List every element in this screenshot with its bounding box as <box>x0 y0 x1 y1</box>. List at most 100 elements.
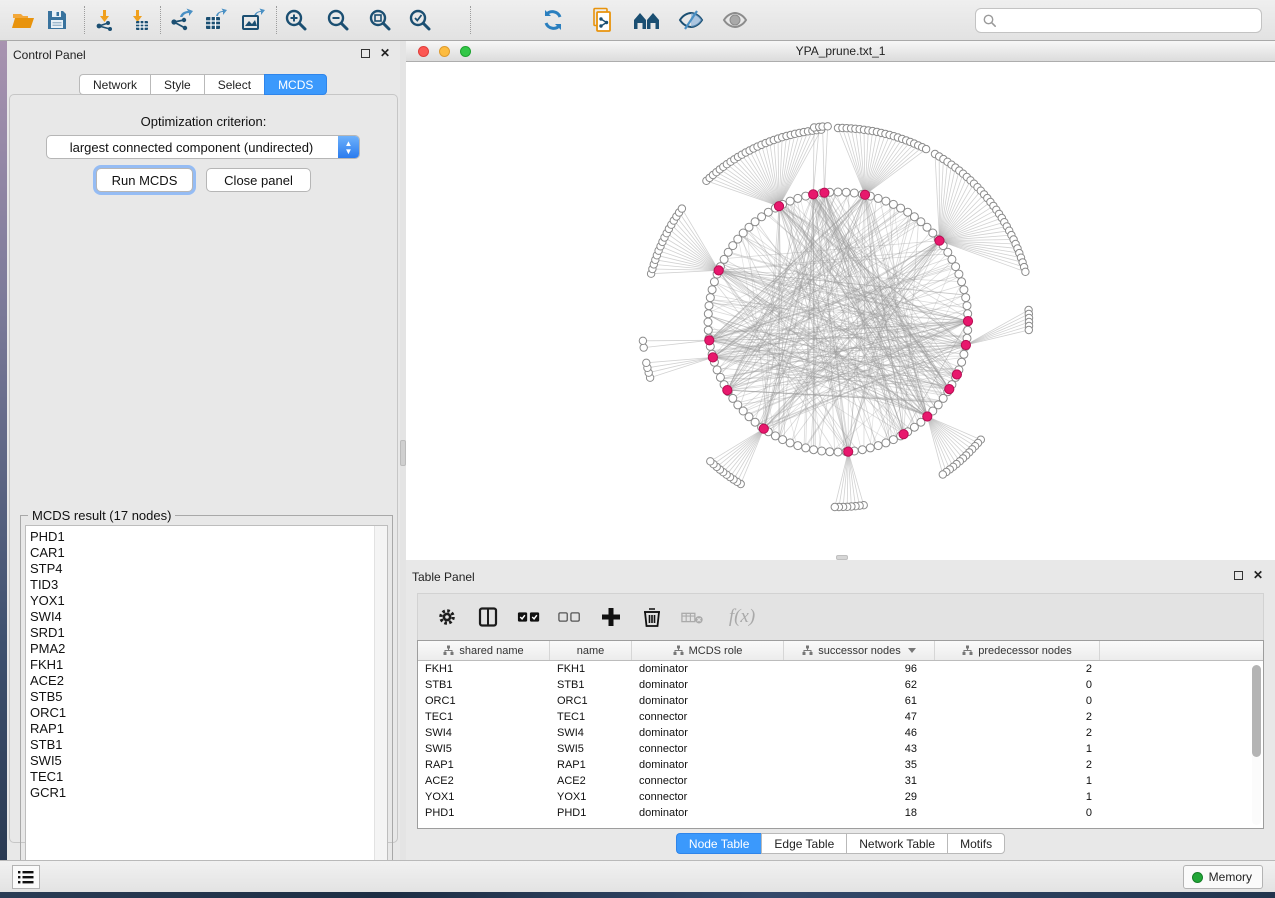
result-node[interactable]: RAP1 <box>30 721 66 737</box>
column-settings-gear-icon[interactable] <box>435 605 459 629</box>
result-node[interactable]: PMA2 <box>30 641 66 657</box>
close-panel-button[interactable]: Close panel <box>206 168 311 192</box>
table-row[interactable]: RAP1RAP1dominator352 <box>418 757 1263 773</box>
sort-arrow-icon[interactable] <box>908 648 916 653</box>
cell-name: PHD1 <box>550 805 632 821</box>
result-node[interactable]: ACE2 <box>30 673 66 689</box>
tab-select[interactable]: Select <box>204 74 264 95</box>
tab-network[interactable]: Network <box>79 74 150 95</box>
export-network-icon[interactable] <box>164 5 198 35</box>
memory-button[interactable]: Memory <box>1183 865 1263 889</box>
first-neighbors-icon[interactable] <box>630 5 664 35</box>
mcds-result-list[interactable]: PHD1CAR1STP4TID3YOX1SWI4SRD1PMA2FKH1ACE2… <box>25 525 388 882</box>
save-session-icon[interactable] <box>40 5 74 35</box>
result-node[interactable]: YOX1 <box>30 593 66 609</box>
table-scrollbar-thumb[interactable] <box>1252 665 1261 757</box>
table-row[interactable]: YOX1YOX1connector291 <box>418 789 1263 805</box>
export-table-icon[interactable] <box>199 5 233 35</box>
cell-shared_name: RAP1 <box>418 757 550 773</box>
close-table-panel-icon[interactable]: ✕ <box>1253 568 1263 582</box>
search-icon <box>982 13 998 29</box>
open-file-icon[interactable] <box>6 5 40 35</box>
control-panel: Control Panel ✕ Network Style Select MCD… <box>7 41 400 860</box>
column-header-filler <box>1100 641 1263 660</box>
export-image-icon[interactable] <box>236 5 270 35</box>
tab-motifs[interactable]: Motifs <box>947 833 1005 854</box>
network-canvas[interactable] <box>406 62 1275 560</box>
network-titlebar[interactable]: YPA_prune.txt_1 <box>406 41 1275 62</box>
zoom-out-icon[interactable] <box>321 5 355 35</box>
close-panel-icon[interactable]: ✕ <box>380 46 390 60</box>
float-panel-icon[interactable] <box>361 49 370 58</box>
column-header-MCDS-role[interactable]: MCDS role <box>632 641 784 660</box>
add-column-icon[interactable] <box>599 605 623 629</box>
cell-predecessor_nodes: 2 <box>935 757 1100 773</box>
column-header-predecessor-nodes[interactable]: predecessor nodes <box>935 641 1100 660</box>
delete-table-icon[interactable] <box>681 605 705 629</box>
horizontal-splitter-grip[interactable] <box>836 555 848 560</box>
table-row[interactable]: STB1STB1dominator620 <box>418 677 1263 693</box>
result-node[interactable]: PHD1 <box>30 529 66 545</box>
tab-mcds[interactable]: MCDS <box>264 74 327 95</box>
cell-shared_name: FKH1 <box>418 661 550 677</box>
table-row[interactable]: SWI4SWI4dominator462 <box>418 725 1263 741</box>
task-history-button[interactable] <box>12 865 40 889</box>
result-node[interactable]: TEC1 <box>30 769 66 785</box>
result-node[interactable]: TID3 <box>30 577 66 593</box>
run-mcds-button[interactable]: Run MCDS <box>96 168 193 192</box>
tab-node-table[interactable]: Node Table <box>676 833 762 854</box>
result-node[interactable]: GCR1 <box>30 785 66 801</box>
result-node[interactable]: STB1 <box>30 737 66 753</box>
zoom-in-icon[interactable] <box>279 5 313 35</box>
select-all-checkboxes-icon[interactable] <box>517 605 541 629</box>
cell-filler <box>1100 773 1263 789</box>
cell-name: FKH1 <box>550 661 632 677</box>
tab-edge-table[interactable]: Edge Table <box>761 833 846 854</box>
show-all-icon[interactable] <box>718 5 752 35</box>
table-row[interactable]: FKH1FKH1dominator962 <box>418 661 1263 677</box>
result-node[interactable]: ORC1 <box>30 705 66 721</box>
table-panel-titlebar: Table Panel ✕ <box>406 563 1275 589</box>
column-header-name[interactable]: name <box>550 641 632 660</box>
main-toolbar <box>0 0 1275 41</box>
table-row[interactable]: PHD1PHD1dominator180 <box>418 805 1263 821</box>
table-scrollbar[interactable] <box>1252 665 1261 825</box>
result-node[interactable]: STP4 <box>30 561 66 577</box>
dropdown-stepper-icon: ▲▼ <box>338 136 359 158</box>
import-table-icon[interactable] <box>122 5 156 35</box>
search-box <box>975 8 1262 33</box>
refresh-view-icon[interactable] <box>536 5 570 35</box>
result-node[interactable]: CAR1 <box>30 545 66 561</box>
tab-network-table[interactable]: Network Table <box>846 833 947 854</box>
delete-column-icon[interactable] <box>640 605 664 629</box>
split-panel-icon[interactable] <box>476 605 500 629</box>
network-graph[interactable] <box>406 62 1273 560</box>
zoom-fit-icon[interactable] <box>363 5 397 35</box>
table-row[interactable]: ORC1ORC1dominator610 <box>418 693 1263 709</box>
cell-filler <box>1100 725 1263 741</box>
column-header-shared-name[interactable]: shared name <box>418 641 550 660</box>
column-header-successor-nodes[interactable]: successor nodes <box>784 641 935 660</box>
import-network-icon[interactable] <box>88 5 122 35</box>
hide-selected-icon[interactable] <box>674 5 708 35</box>
result-list-scrollbar[interactable] <box>374 526 387 881</box>
optimization-criterion-select[interactable]: largest connected component (undirected)… <box>46 135 360 159</box>
search-input[interactable] <box>998 11 1261 31</box>
result-node[interactable]: SWI4 <box>30 609 66 625</box>
result-node[interactable]: FKH1 <box>30 657 66 673</box>
share-document-icon[interactable] <box>586 5 620 35</box>
function-builder-icon[interactable]: f(x) <box>722 605 762 629</box>
deselect-all-checkboxes-icon[interactable] <box>558 605 582 629</box>
zoom-selected-icon[interactable] <box>403 5 437 35</box>
table-toolbar: f(x) <box>417 593 1264 640</box>
cell-successor_nodes: 46 <box>784 725 935 741</box>
result-node[interactable]: SRD1 <box>30 625 66 641</box>
result-node[interactable]: STB5 <box>30 689 66 705</box>
table-row[interactable]: ACE2ACE2connector311 <box>418 773 1263 789</box>
float-table-panel-icon[interactable] <box>1234 571 1243 580</box>
table-row[interactable]: SWI5SWI5connector431 <box>418 741 1263 757</box>
result-node[interactable]: SWI5 <box>30 753 66 769</box>
network-title: YPA_prune.txt_1 <box>406 44 1275 58</box>
table-row[interactable]: TEC1TEC1connector472 <box>418 709 1263 725</box>
tab-style[interactable]: Style <box>150 74 204 95</box>
